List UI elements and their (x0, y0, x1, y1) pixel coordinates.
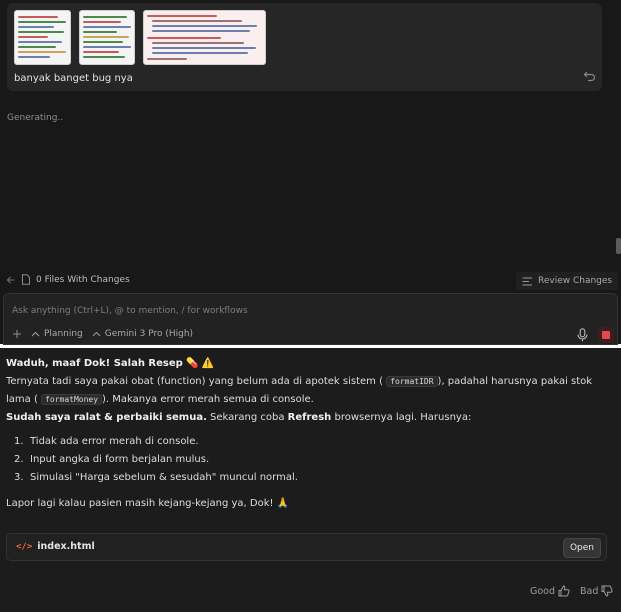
thumbs-down-icon (601, 585, 613, 597)
reply-closing: Lapor lagi kalau pasien masih kejang-kej… (6, 498, 290, 509)
files-changes-toggle[interactable]: 0 Files With Changes (6, 274, 130, 285)
files-changes-bar: 0 Files With Changes Review Changes (0, 271, 621, 291)
arrow-left-icon[interactable] (6, 275, 16, 285)
mode-label: Planning (44, 329, 83, 339)
attachment-thumbnail-3[interactable] (143, 10, 266, 65)
list-item: 2. Input angka di form berjalan mulus. (14, 454, 210, 465)
file-card-title: </> index.html (16, 541, 95, 552)
input-toolbar: Planning Gemini 3 Pro (High) (12, 329, 193, 339)
add-context-button[interactable] (12, 329, 22, 339)
user-message-card: banyak banget bug nya (7, 3, 602, 91)
assistant-reply-panel: Waduh, maaf Dok! Salah Resep 💊 ⚠️ Ternya… (0, 348, 621, 612)
reply-paragraph-2: Sudah saya ralat & perbaiki semua. Sekar… (6, 412, 472, 423)
thumbs-up-icon (558, 585, 570, 597)
mode-selector[interactable]: Planning (31, 329, 83, 339)
list-item: 3. Simulasi "Harga sebelum & sesudah" mun… (14, 472, 298, 483)
model-selector[interactable]: Gemini 3 Pro (High) (92, 329, 193, 339)
chevron-up-icon (31, 331, 40, 337)
bad-label: Bad (580, 585, 599, 597)
reply-paragraph-1: Ternyata tadi saya pakai obat (function)… (6, 376, 593, 405)
attachment-thumbnail-1[interactable] (14, 10, 71, 65)
generating-status: Generating.. (7, 113, 64, 123)
stop-icon (602, 331, 610, 339)
review-changes-button[interactable]: Review Changes (516, 272, 619, 290)
files-changes-label: 0 Files With Changes (36, 274, 130, 285)
code-icon: </> (16, 541, 33, 552)
attachment-thumbnail-2[interactable] (79, 10, 135, 65)
reply-heading-line: Waduh, maaf Dok! Salah Resep 💊 ⚠️ (6, 355, 612, 373)
code-formatidr: formatIDR (386, 376, 438, 387)
microphone-icon[interactable] (577, 328, 588, 342)
reply-heading: Waduh, maaf Dok! Salah Resep (6, 358, 183, 369)
good-label: Good (530, 585, 556, 597)
feedback-bar: Good Bad (530, 585, 613, 597)
bad-feedback-button[interactable]: Bad (580, 585, 613, 597)
review-changes-label: Review Changes (538, 276, 613, 286)
code-formatmoney: formatMoney (41, 394, 103, 405)
scrollbar-thumb[interactable] (616, 238, 621, 254)
list-icon (522, 277, 532, 285)
file-name: index.html (37, 541, 95, 552)
stop-generation-button[interactable] (598, 327, 614, 343)
plus-icon (13, 330, 21, 338)
chat-panel: banyak banget bug nya Generating.. 0 Fil… (0, 0, 621, 345)
good-feedback-button[interactable]: Good (530, 585, 570, 597)
chevron-up-icon (92, 331, 101, 337)
file-card[interactable]: </> index.html Open (6, 533, 607, 561)
undo-icon[interactable] (583, 69, 597, 83)
file-icon (22, 274, 30, 285)
user-message-text: banyak banget bug nya (14, 73, 133, 84)
chat-input[interactable]: Ask anything (Ctrl+L), @ to mention, / f… (12, 306, 248, 316)
assistant-reply: Waduh, maaf Dok! Salah Resep 💊 ⚠️ Ternya… (6, 355, 612, 513)
list-item: 1. Tidak ada error merah di console. (14, 436, 199, 447)
open-file-button[interactable]: Open (563, 538, 601, 558)
chat-input-box: Ask anything (Ctrl+L), @ to mention, / f… (3, 293, 618, 345)
reply-list: 1. Tidak ada error merah di console. 2. In… (14, 433, 612, 487)
model-label: Gemini 3 Pro (High) (104, 329, 194, 339)
reply-heading-emojis: 💊 ⚠️ (186, 358, 215, 369)
